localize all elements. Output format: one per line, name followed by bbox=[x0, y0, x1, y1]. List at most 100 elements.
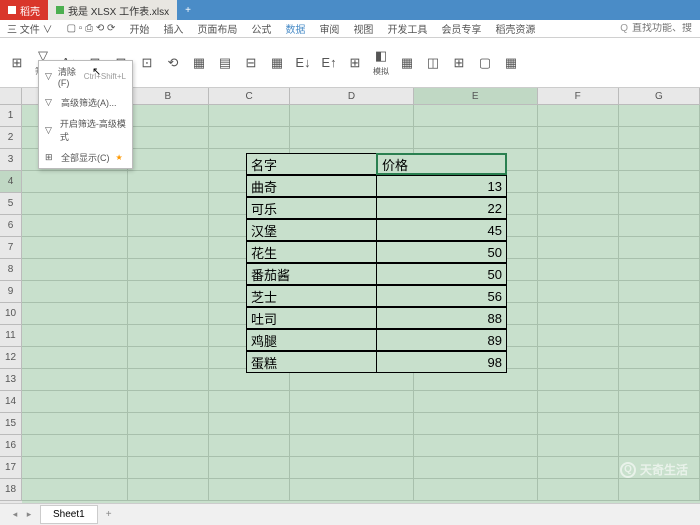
cell[interactable] bbox=[128, 259, 209, 281]
row-header-10[interactable]: 10 bbox=[0, 303, 22, 325]
cell[interactable] bbox=[128, 413, 209, 435]
search-input[interactable] bbox=[632, 23, 692, 34]
table-cell[interactable]: 花生 bbox=[246, 241, 377, 263]
row-header-1[interactable]: 1 bbox=[0, 105, 22, 127]
ribbon-btn-5[interactable]: ⊡ bbox=[134, 40, 160, 85]
cell[interactable] bbox=[128, 369, 209, 391]
ribbon-btn-11[interactable]: E↓ bbox=[290, 40, 316, 85]
menu-item-9[interactable]: 开发工具 bbox=[380, 21, 434, 36]
sheet-nav-next[interactable]: ▸ bbox=[22, 508, 36, 522]
cell[interactable] bbox=[209, 391, 290, 413]
cell[interactable] bbox=[619, 127, 700, 149]
cell[interactable] bbox=[22, 259, 128, 281]
ribbon-btn-19[interactable]: ▦ bbox=[498, 40, 524, 85]
cell[interactable] bbox=[538, 105, 619, 127]
row-header-8[interactable]: 8 bbox=[0, 259, 22, 281]
cell[interactable] bbox=[128, 435, 209, 457]
cell[interactable] bbox=[209, 435, 290, 457]
row-header-14[interactable]: 14 bbox=[0, 391, 22, 413]
table-cell[interactable]: 50 bbox=[376, 263, 507, 285]
row-header-17[interactable]: 17 bbox=[0, 457, 22, 479]
col-header-C[interactable]: C bbox=[209, 88, 290, 105]
ribbon-btn-18[interactable]: ▢ bbox=[472, 40, 498, 85]
row-header-16[interactable]: 16 bbox=[0, 435, 22, 457]
cell[interactable] bbox=[22, 303, 128, 325]
cell[interactable] bbox=[128, 303, 209, 325]
document-tab[interactable]: 我是 XLSX 工作表.xlsx bbox=[48, 0, 177, 20]
cell[interactable] bbox=[209, 413, 290, 435]
table-cell[interactable]: 88 bbox=[376, 307, 507, 329]
cell[interactable] bbox=[619, 369, 700, 391]
dropdown-item-2[interactable]: ▽开启筛选-高级模式 bbox=[39, 113, 132, 147]
cell[interactable] bbox=[538, 215, 619, 237]
cell[interactable] bbox=[128, 193, 209, 215]
cell[interactable] bbox=[538, 281, 619, 303]
cell[interactable] bbox=[538, 457, 619, 479]
row-header-6[interactable]: 6 bbox=[0, 215, 22, 237]
cell[interactable] bbox=[290, 457, 414, 479]
cell[interactable] bbox=[22, 479, 128, 501]
table-cell[interactable]: 50 bbox=[376, 241, 507, 263]
cell[interactable] bbox=[290, 391, 414, 413]
cell[interactable] bbox=[22, 281, 128, 303]
cell[interactable] bbox=[290, 479, 414, 501]
table-cell[interactable]: 番茄酱 bbox=[246, 263, 377, 285]
cell[interactable] bbox=[22, 435, 128, 457]
cell[interactable] bbox=[128, 325, 209, 347]
table-cell[interactable]: 可乐 bbox=[246, 197, 377, 219]
cell[interactable] bbox=[22, 193, 128, 215]
cell[interactable] bbox=[619, 347, 700, 369]
cell[interactable] bbox=[209, 479, 290, 501]
cell[interactable] bbox=[22, 325, 128, 347]
row-header-12[interactable]: 12 bbox=[0, 347, 22, 369]
cell[interactable] bbox=[538, 259, 619, 281]
ribbon-btn-6[interactable]: ⟲ bbox=[160, 40, 186, 85]
ribbon-btn-17[interactable]: ⊞ bbox=[446, 40, 472, 85]
menu-item-5[interactable]: 公式 bbox=[244, 21, 278, 36]
cell[interactable] bbox=[22, 413, 128, 435]
cell[interactable] bbox=[538, 149, 619, 171]
cell[interactable] bbox=[619, 259, 700, 281]
ribbon-btn-8[interactable]: ▤ bbox=[212, 40, 238, 85]
cell[interactable] bbox=[414, 105, 538, 127]
cell[interactable] bbox=[22, 237, 128, 259]
menu-item-7[interactable]: 审阅 bbox=[312, 21, 346, 36]
menu-item-11[interactable]: 稻壳资源 bbox=[488, 21, 542, 36]
cell[interactable] bbox=[538, 479, 619, 501]
ribbon-btn-9[interactable]: ⊟ bbox=[238, 40, 264, 85]
cell[interactable] bbox=[538, 171, 619, 193]
menu-item-8[interactable]: 视图 bbox=[346, 21, 380, 36]
cell[interactable] bbox=[538, 127, 619, 149]
table-cell[interactable]: 98 bbox=[376, 351, 507, 373]
cell[interactable] bbox=[22, 171, 128, 193]
ribbon-btn-16[interactable]: ◫ bbox=[420, 40, 446, 85]
col-header-D[interactable]: D bbox=[290, 88, 414, 105]
cell[interactable] bbox=[414, 413, 538, 435]
cell[interactable] bbox=[619, 149, 700, 171]
table-cell[interactable]: 曲奇 bbox=[246, 175, 377, 197]
col-header-F[interactable]: F bbox=[538, 88, 619, 105]
cell[interactable] bbox=[619, 105, 700, 127]
table-cell[interactable]: 汉堡 bbox=[246, 219, 377, 241]
cell[interactable] bbox=[538, 325, 619, 347]
col-header-E[interactable]: E bbox=[414, 88, 538, 105]
table-cell[interactable]: 蛋糕 bbox=[246, 351, 377, 373]
cell[interactable] bbox=[209, 105, 290, 127]
cell[interactable] bbox=[22, 347, 128, 369]
cell[interactable] bbox=[538, 303, 619, 325]
sheet-tab-1[interactable]: Sheet1 bbox=[40, 505, 98, 524]
row-header-5[interactable]: 5 bbox=[0, 193, 22, 215]
ribbon-btn-0[interactable]: ⊞ bbox=[4, 40, 30, 85]
row-header-18[interactable]: 18 bbox=[0, 479, 22, 501]
cell[interactable] bbox=[414, 479, 538, 501]
col-header-B[interactable]: B bbox=[128, 88, 209, 105]
dropdown-item-0[interactable]: ▽清除(F)Ctrl+Shift+L bbox=[39, 61, 132, 92]
ribbon-btn-12[interactable]: E↑ bbox=[316, 40, 342, 85]
add-sheet-button[interactable]: + bbox=[98, 506, 120, 523]
cell[interactable] bbox=[128, 281, 209, 303]
cell[interactable] bbox=[619, 325, 700, 347]
cell[interactable] bbox=[22, 215, 128, 237]
cell[interactable] bbox=[538, 391, 619, 413]
table-cell[interactable]: 45 bbox=[376, 219, 507, 241]
ribbon-btn-14[interactable]: ◧模拟 bbox=[368, 40, 394, 85]
